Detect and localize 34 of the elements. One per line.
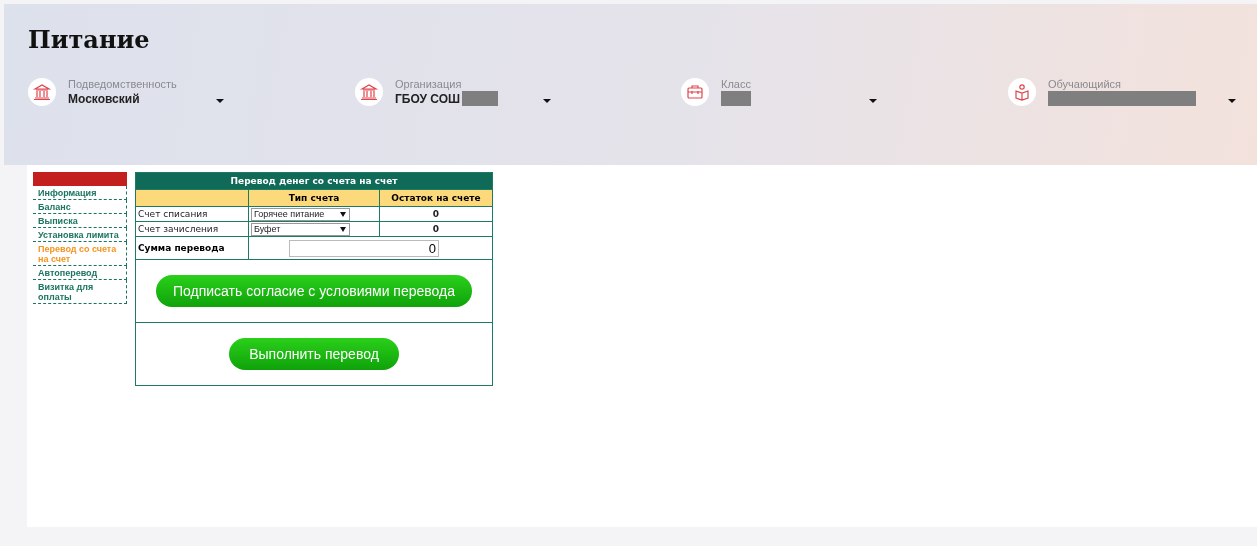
building-icon	[355, 78, 383, 106]
sidebar-item[interactable]: Визитка для оплаты	[33, 280, 127, 304]
caret-icon	[340, 211, 346, 217]
sidebar-item[interactable]: Информация	[33, 186, 127, 200]
briefcase-icon	[681, 78, 709, 106]
building-icon	[28, 78, 56, 106]
page-title: Питание	[28, 24, 151, 54]
filter-label: Подведомственность	[68, 78, 178, 91]
filter-value[interactable]: ГБОУ СОШ	[395, 91, 461, 106]
filter-value[interactable]: Московский	[68, 91, 140, 106]
filter-label: Обучающийся	[1048, 78, 1122, 91]
caret-icon[interactable]	[869, 99, 877, 103]
redacted-block	[462, 91, 499, 106]
redacted-block	[721, 91, 751, 106]
sidebar-item[interactable]: Автоперевод	[33, 266, 127, 280]
caret-icon[interactable]	[1228, 99, 1236, 103]
account-select[interactable]: Буфет	[251, 222, 350, 236]
row-label: Счет зачисления	[138, 224, 219, 234]
sidebar-item[interactable]: Выписка	[33, 214, 127, 228]
balance-value: 0	[432, 224, 440, 234]
account-select[interactable]: Горячее питание	[251, 207, 350, 221]
amount-label: Сумма перевода	[138, 243, 225, 253]
filter-label: Класс	[721, 78, 752, 91]
caret-icon[interactable]	[216, 99, 224, 103]
caret-icon	[340, 226, 346, 232]
caret-icon[interactable]	[543, 99, 551, 103]
row-label: Счет списания	[138, 209, 208, 219]
sidebar-item[interactable]: Установка лимита	[33, 228, 127, 242]
reader-icon	[1008, 78, 1036, 106]
filter-label: Организация	[395, 78, 463, 91]
amount-input-field[interactable]: 0	[289, 239, 439, 257]
sidebar-item[interactable]: Баланс	[33, 200, 127, 214]
table-title: Перевод денег со счета на счет	[135, 172, 493, 190]
balance-value: 0	[432, 209, 440, 219]
